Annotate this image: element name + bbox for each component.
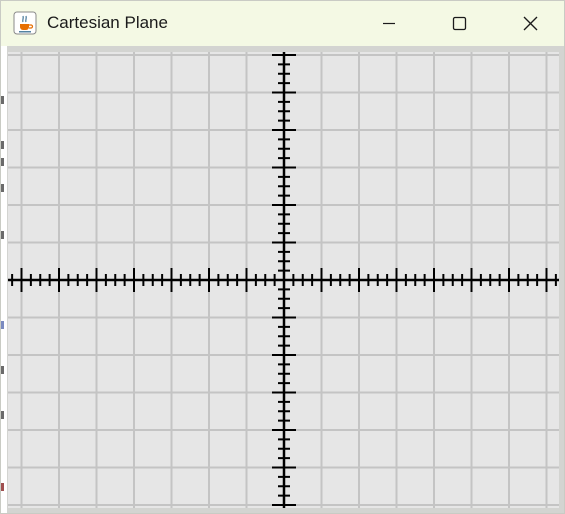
maximize-button[interactable] [424,1,494,46]
cartesian-plane[interactable] [8,52,559,508]
maximize-icon [452,16,467,31]
background-window-edge [1,46,7,513]
java-coffee-cup-icon[interactable] [13,11,37,35]
minimize-icon [383,22,395,25]
close-button[interactable] [494,1,564,46]
title-bar[interactable]: Cartesian Plane [1,1,564,46]
axes [8,52,559,508]
minimize-button[interactable] [354,1,424,46]
window-title: Cartesian Plane [47,13,168,32]
cartesian-plane-canvas[interactable] [8,52,559,508]
app-window: Cartesian Plane [0,0,565,514]
close-icon [523,16,538,31]
